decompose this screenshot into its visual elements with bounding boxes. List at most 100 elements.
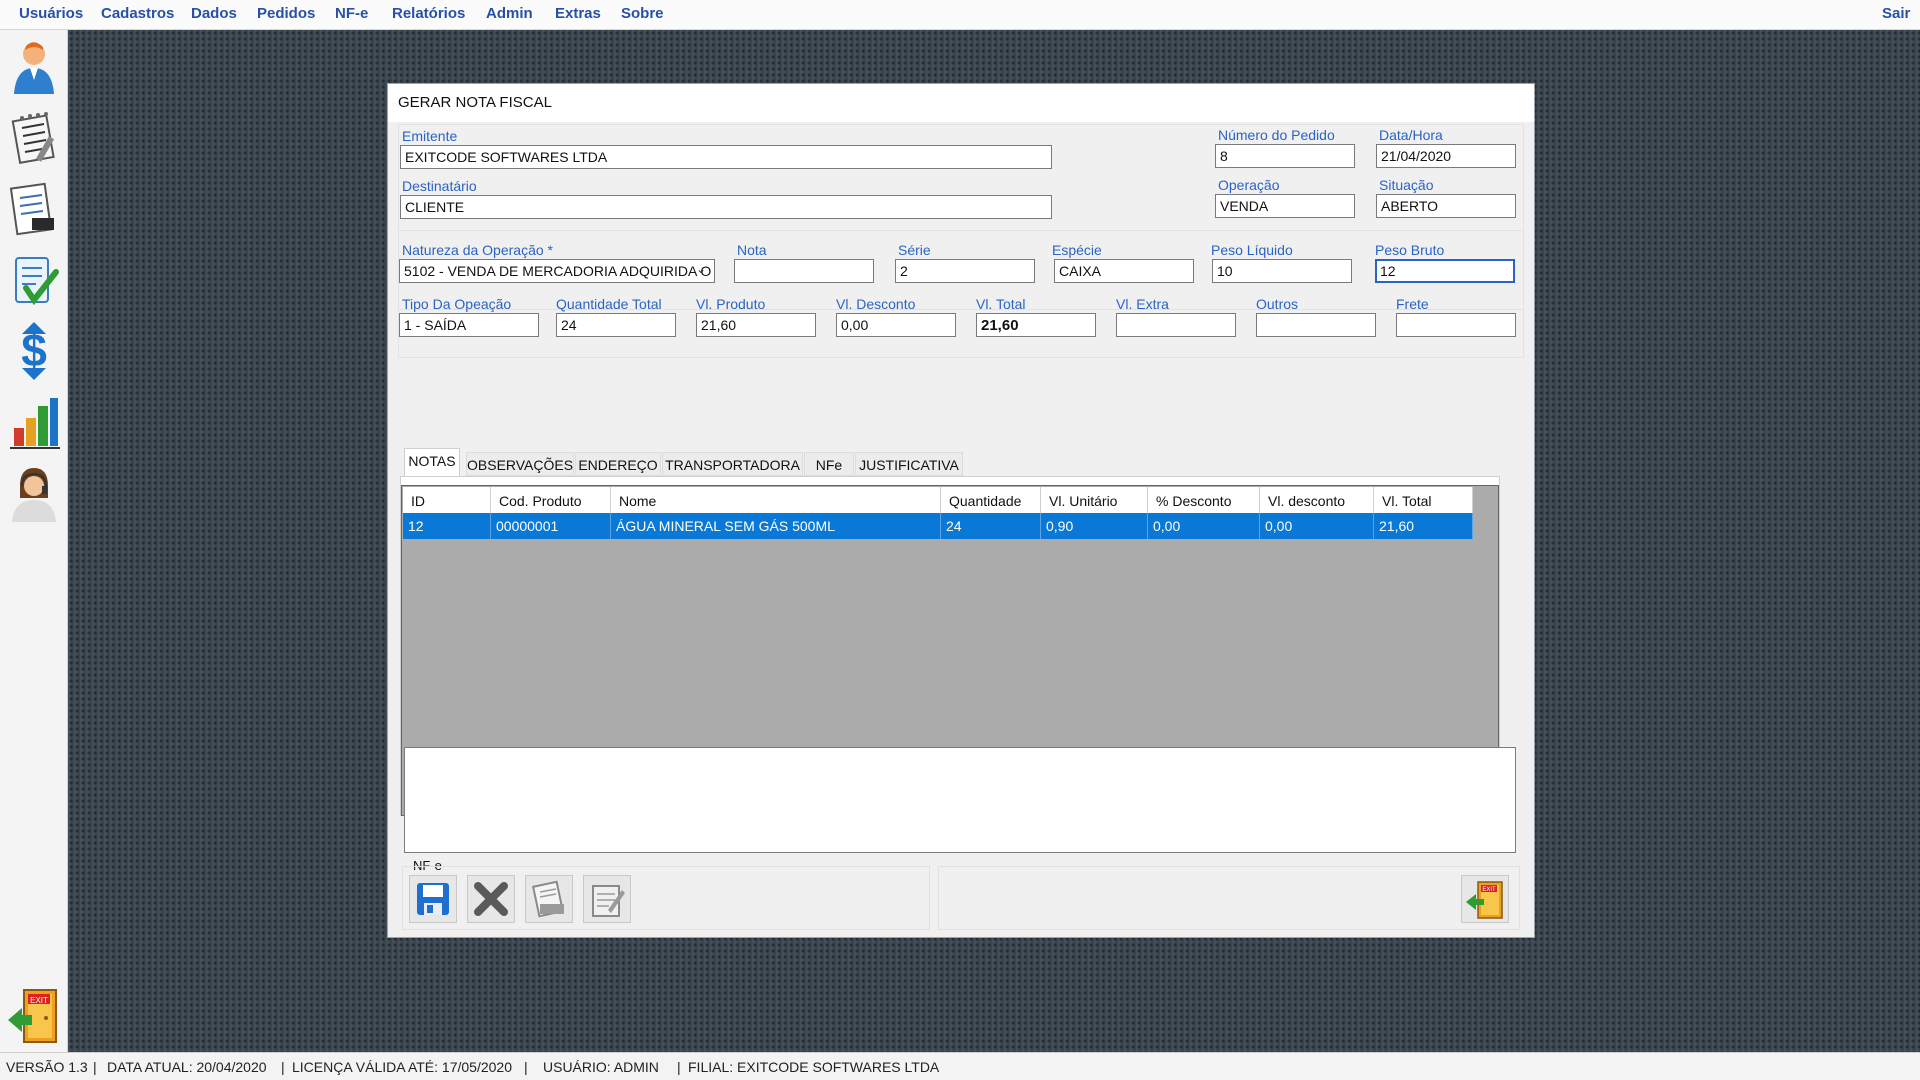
cell-quantidade: 24 [941,513,1041,539]
col-header-nome[interactable]: Nome [611,487,941,513]
menu-dados[interactable]: Dados [191,5,237,22]
especie-label: Espécie [1052,242,1102,258]
user-icon[interactable] [6,36,62,96]
outros-label: Outros [1256,296,1299,312]
col-header-quantidade[interactable]: Quantidade [941,487,1041,513]
serie-field[interactable]: 2 [895,259,1035,283]
natureza-value: 5102 - VENDA DE MERCADORIA ADQUIRIDA O [404,263,712,279]
edit-document-button[interactable] [583,875,631,923]
menu-cadastros[interactable]: Cadastros [101,5,174,22]
menu-usuarios[interactable]: Usuários [19,5,83,22]
status-separator: | [524,1059,528,1075]
exit-door-icon[interactable]: EXIT [6,986,62,1046]
col-header-id[interactable]: ID [403,487,491,513]
status-bar: VERSÃO 1.3 | DATA ATUAL: 20/04/2020 | LI… [0,1052,1920,1080]
status-licenca: LICENÇA VÁLIDA ATÉ: 17/05/2020 [292,1059,512,1075]
serie-label: Série [898,242,931,258]
print-icon [531,880,565,918]
col-header-vl-desconto[interactable]: Vl. desconto [1260,487,1374,513]
cancel-button[interactable] [467,875,515,923]
emitente-field[interactable]: EXITCODE SOFTWARES LTDA [400,145,1052,169]
gerar-nota-fiscal-dialog: GERAR NOTA FISCAL Emitente EXITCODE SOFT… [388,84,1534,937]
vl-produto-field[interactable]: 21,60 [696,313,816,337]
vl-extra-label: Vl. Extra [1116,296,1169,312]
chart-icon[interactable] [6,392,62,452]
frete-label: Frete [1396,296,1429,312]
dialog-title-bar: GERAR NOTA FISCAL [388,84,1534,122]
status-separator: | [93,1059,97,1075]
tipo-operacao-label: Tipo Da Opeação [402,296,512,312]
money-icon[interactable]: $ [6,320,62,380]
svg-text:EXIT: EXIT [30,996,48,1005]
tab-notas[interactable]: NOTAS [404,448,460,477]
attendant-icon[interactable] [6,464,62,524]
quantidade-total-label: Quantidade Total [556,296,662,312]
exit-door-icon: EXIT [1466,881,1503,919]
vl-extra-field[interactable] [1116,313,1236,337]
col-header-vl-total[interactable]: Vl. Total [1374,487,1473,513]
table-row[interactable]: 12 00000001 ÁGUA MINERAL SEM GÁS 500ML 2… [403,513,1473,539]
col-header-pct-desconto[interactable]: % Desconto [1148,487,1260,513]
col-header-vl-unitario[interactable]: Vl. Unitário [1041,487,1148,513]
especie-field[interactable]: CAIXA [1054,259,1194,283]
message-memo[interactable] [404,747,1516,853]
menu-relatorios[interactable]: Relatórios [392,5,465,22]
numero-pedido-field[interactable]: 8 [1215,144,1355,168]
situacao-field[interactable]: ABERTO [1376,194,1516,218]
frete-field[interactable] [1396,313,1516,337]
quantidade-total-field[interactable]: 24 [556,313,676,337]
svg-text:EXIT: EXIT [1482,887,1496,893]
destinatario-field[interactable]: CLIENTE [400,195,1052,219]
notepad-icon[interactable] [6,106,62,166]
menu-sobre[interactable]: Sobre [621,5,664,22]
grid-header: ID Cod. Produto Nome Quantidade Vl. Unit… [403,487,1473,514]
tab-nfe[interactable]: NFe [804,452,854,476]
edit-document-icon [592,885,625,917]
tab-justificativa[interactable]: JUSTIFICATIVA [855,452,963,476]
menu-admin[interactable]: Admin [486,5,533,22]
menu-pedidos[interactable]: Pedidos [257,5,315,22]
menu-nfe[interactable]: NF-e [335,5,368,22]
status-usuario: USUÁRIO: ADMIN [543,1059,659,1075]
menu-extras[interactable]: Extras [555,5,601,22]
emitente-label: Emitente [402,128,458,144]
exit-button[interactable]: EXIT [1461,875,1509,923]
operacao-label: Operação [1218,177,1280,193]
vl-desconto-field[interactable]: 0,00 [836,313,956,337]
nota-field[interactable] [734,259,874,283]
document-icon[interactable] [6,178,62,238]
status-versao: VERSÃO 1.3 [6,1059,88,1075]
status-data-atual: DATA ATUAL: 20/04/2020 [107,1059,267,1075]
checklist-icon[interactable] [6,250,62,310]
natureza-label: Natureza da Operação * [402,242,553,258]
data-hora-field[interactable]: 21/04/2020 [1376,144,1516,168]
status-filial: FILIAL: EXITCODE SOFTWARES LTDA [688,1059,940,1075]
print-button[interactable] [525,875,573,923]
tab-transportadora[interactable]: TRANSPORTADORA [662,452,803,476]
cell-vl-total: 21,60 [1374,513,1473,539]
cell-nome: ÁGUA MINERAL SEM GÁS 500ML [611,513,941,539]
situacao-label: Situação [1379,177,1434,193]
chevron-down-icon[interactable]: ⌄ [696,262,710,280]
vl-total-field[interactable]: 21,60 [976,313,1096,337]
tab-observacoes[interactable]: OBSERVAÇÕES [466,452,574,476]
natureza-select[interactable]: 5102 - VENDA DE MERCADORIA ADQUIRIDA O ⌄ [399,259,715,283]
operacao-field[interactable]: VENDA [1215,194,1355,218]
outros-field[interactable] [1256,313,1376,337]
tab-endereco[interactable]: ENDEREÇO [575,452,661,476]
exit-button-group: EXIT [938,866,1520,930]
data-hora-label: Data/Hora [1379,127,1443,143]
dialog-title: GERAR NOTA FISCAL [398,94,552,111]
nfe-button-group [402,866,930,930]
menu-sair[interactable]: Sair [1882,5,1910,22]
col-header-cod-produto[interactable]: Cod. Produto [491,487,611,513]
peso-bruto-field[interactable]: 12 [1375,259,1515,283]
peso-liquido-field[interactable]: 10 [1212,259,1352,283]
nota-label: Nota [737,242,767,258]
values-group [398,230,1524,358]
sidebar: $ EXIT [0,30,68,1052]
cell-vl-unitario: 0,90 [1041,513,1148,539]
tipo-operacao-field[interactable]: 1 - SAÍDA [399,313,539,337]
cell-id: 12 [403,513,491,539]
save-button[interactable] [409,875,457,923]
